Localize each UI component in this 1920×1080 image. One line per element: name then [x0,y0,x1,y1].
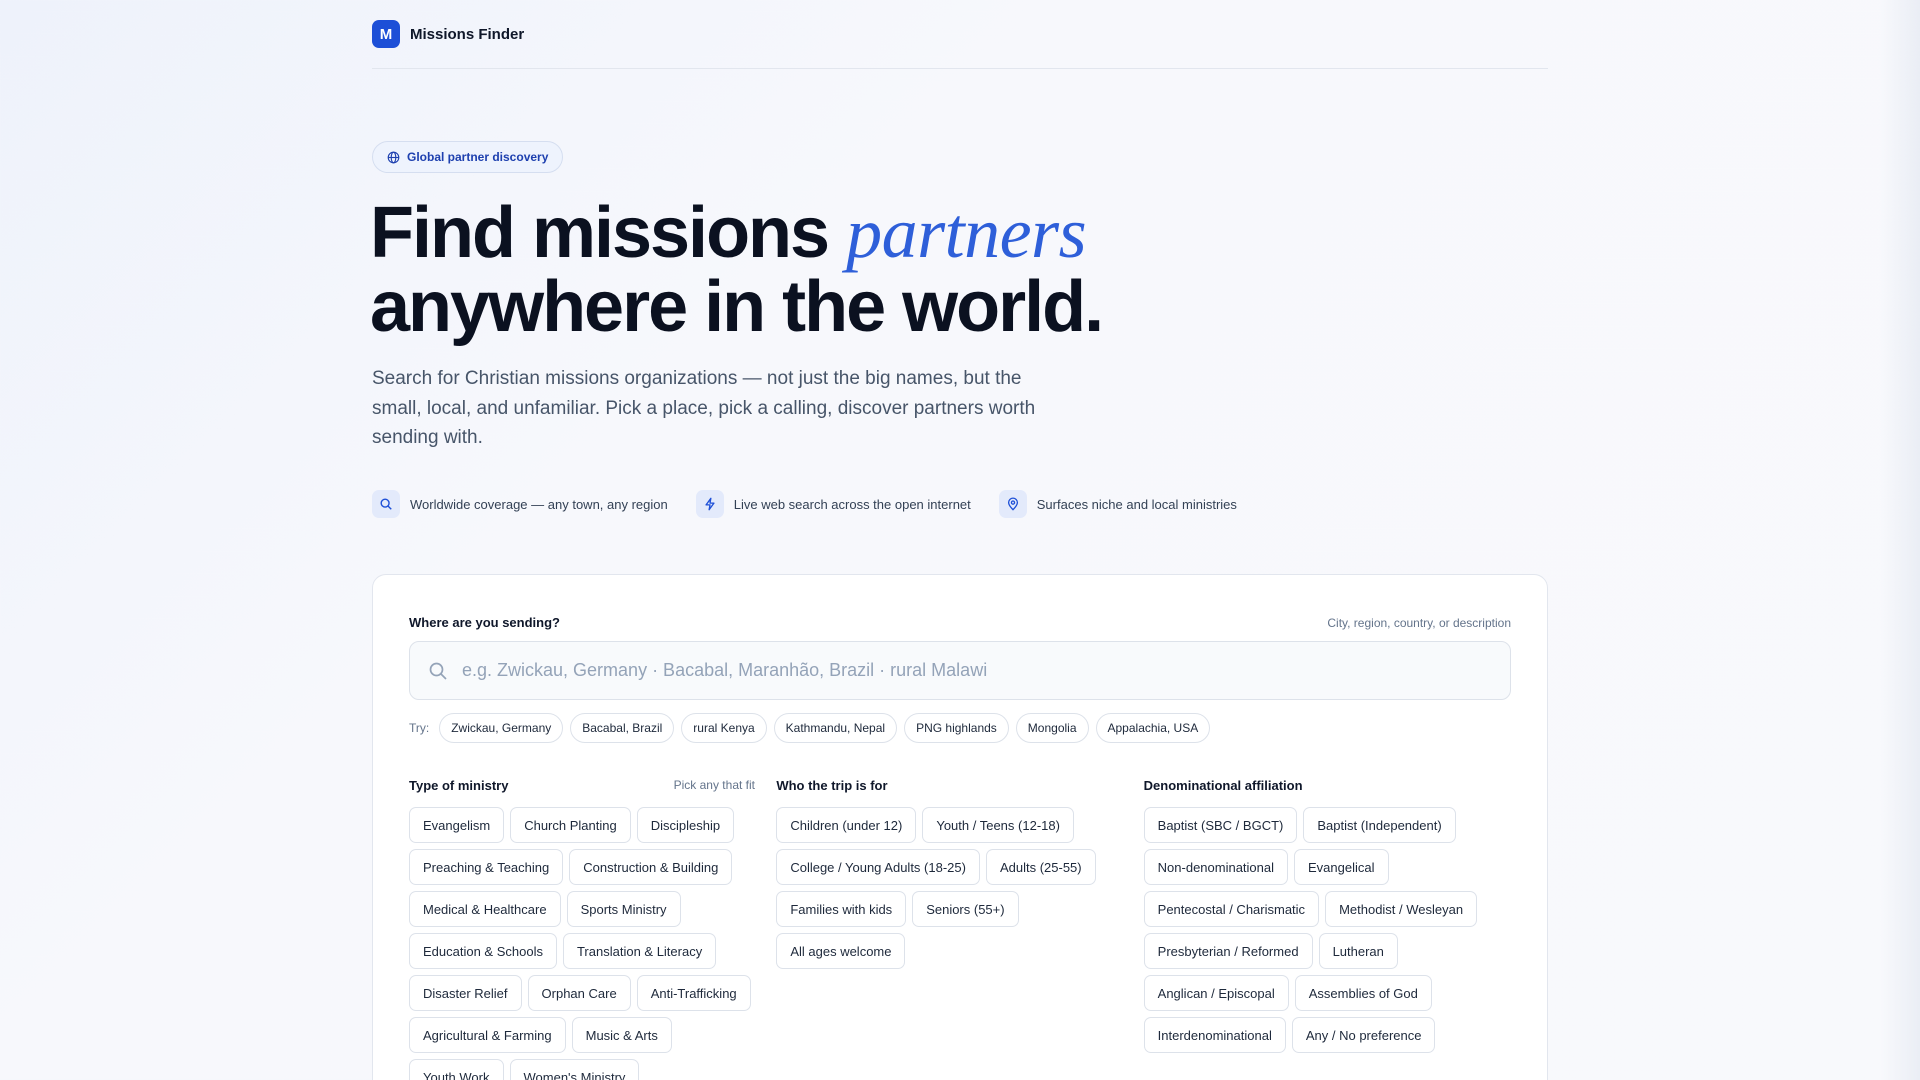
audience-option[interactable]: Youth / Teens (12-18) [922,807,1074,843]
denomination-option[interactable]: Presbyterian / Reformed [1143,933,1313,969]
denomination-option[interactable]: Interdenominational [1143,1017,1286,1053]
denomination-option[interactable]: Non-denominational [1143,849,1289,885]
title-part-1: Find missions [370,193,847,273]
search-card: Where are you sending? City, region, cou… [372,574,1548,1080]
audience-option[interactable]: College / Young Adults (18-25) [776,849,980,885]
suggestion-chip[interactable]: Bacabal, Brazil [570,713,675,743]
title-part-2: anywhere in the world. [370,267,1104,347]
search-hint: City, region, country, or description [1327,615,1511,630]
suggestion-chip[interactable]: Appalachia, USA [1095,713,1211,743]
audience-option[interactable]: Adults (25-55) [985,849,1096,885]
brand-logo[interactable]: M [372,20,400,48]
ministry-option[interactable]: Orphan Care [527,975,631,1011]
denomination-option[interactable]: Methodist / Wesleyan [1325,891,1478,927]
ministry-filter-title: Type of ministry [409,777,509,793]
ministry-option[interactable]: Women's Ministry [509,1059,640,1080]
top-bar: M Missions Finder [372,0,1548,69]
suggestion-chip[interactable]: rural Kenya [681,713,767,743]
page-container: M Missions Finder Global partner discove… [370,0,1548,1080]
hero-subtitle: Search for Christian missions organizati… [372,368,1036,448]
feature-worldwide: Worldwide coverage — any town, any regio… [372,490,668,518]
map-pin-icon [998,490,1027,518]
try-label: Try: [409,721,430,735]
audience-option[interactable]: All ages welcome [776,933,906,969]
suggestion-chip[interactable]: Kathmandu, Nepal [773,713,898,743]
ministry-filter-hint: Pick any that fit [673,778,755,792]
title-accent: partners [846,193,1087,273]
ministry-option[interactable]: Translation & Literacy [562,933,717,969]
try-suggestions: Try: Zwickau, Germany Bacabal, Brazil ru… [409,713,1211,743]
brand-name[interactable]: Missions Finder [410,26,524,43]
ministry-option[interactable]: Construction & Building [569,849,733,885]
suggestion-chip[interactable]: Mongolia [1015,713,1089,743]
denomination-filter: Denominational affiliation Baptist (SBC … [1143,777,1511,1080]
feature-label: Live web search across the open internet [733,496,971,512]
audience-option[interactable]: Seniors (55+) [912,891,1019,927]
global-discovery-badge: Global partner discovery [372,141,564,173]
audience-option[interactable]: Children (under 12) [776,807,917,843]
feature-niche: Surfaces niche and local ministries [998,490,1237,518]
denomination-option[interactable]: Any / No preference [1291,1017,1436,1053]
search-icon [429,662,447,680]
feature-list: Worldwide coverage — any town, any regio… [372,490,1237,518]
lightning-icon [695,490,724,518]
audience-filter-title: Who the trip is for [776,777,888,793]
denomination-option[interactable]: Anglican / Episcopal [1143,975,1289,1011]
audience-option[interactable]: Families with kids [776,891,907,927]
ministry-option[interactable]: Sports Ministry [566,891,681,927]
ministry-option[interactable]: Evangelism [409,807,505,843]
location-search-box[interactable] [409,641,1511,700]
suggestion-chip[interactable]: Zwickau, Germany [439,713,564,743]
ministry-option[interactable]: Preaching & Teaching [409,849,564,885]
badge-label: Global partner discovery [407,150,549,164]
ministry-option[interactable]: Church Planting [510,807,631,843]
feature-label: Worldwide coverage — any town, any regio… [410,496,668,512]
ministry-filter: Type of ministry Pick any that fit Evang… [409,777,776,1080]
ministry-option[interactable]: Discipleship [636,807,735,843]
denomination-option[interactable]: Evangelical [1294,849,1389,885]
search-label-row: Where are you sending? City, region, cou… [409,615,1511,630]
denomination-option[interactable]: Baptist (SBC / BGCT) [1143,807,1298,843]
ministry-option[interactable]: Agricultural & Farming [409,1017,566,1053]
page-edge-shadow [1880,0,1920,1080]
search-label: Where are you sending? [409,615,560,630]
denomination-filter-title: Denominational affiliation [1143,777,1303,793]
page-title: Find missions partners anywhere in the w… [370,193,1104,347]
filter-columns: Type of ministry Pick any that fit Evang… [409,777,1511,1080]
denomination-option[interactable]: Lutheran [1318,933,1398,969]
denomination-option[interactable]: Baptist (Independent) [1303,807,1456,843]
ministry-option[interactable]: Medical & Healthcare [409,891,561,927]
globe-icon [387,151,400,163]
suggestion-chip[interactable]: PNG highlands [904,713,1009,743]
search-icon [372,490,400,518]
ministry-option[interactable]: Disaster Relief [409,975,522,1011]
ministry-option[interactable]: Music & Arts [571,1017,672,1053]
denomination-option[interactable]: Pentecostal / Charismatic [1143,891,1320,927]
ministry-option[interactable]: Youth Work [409,1059,504,1080]
denomination-option[interactable]: Assemblies of God [1294,975,1432,1011]
ministry-option[interactable]: Education & Schools [409,933,557,969]
feature-live-search: Live web search across the open internet [695,490,971,518]
location-search-input[interactable] [462,660,1510,681]
audience-filter: Who the trip is for Children (under 12) … [776,777,1143,1080]
feature-label: Surfaces niche and local ministries [1036,496,1237,512]
ministry-option[interactable]: Anti-Trafficking [636,975,751,1011]
